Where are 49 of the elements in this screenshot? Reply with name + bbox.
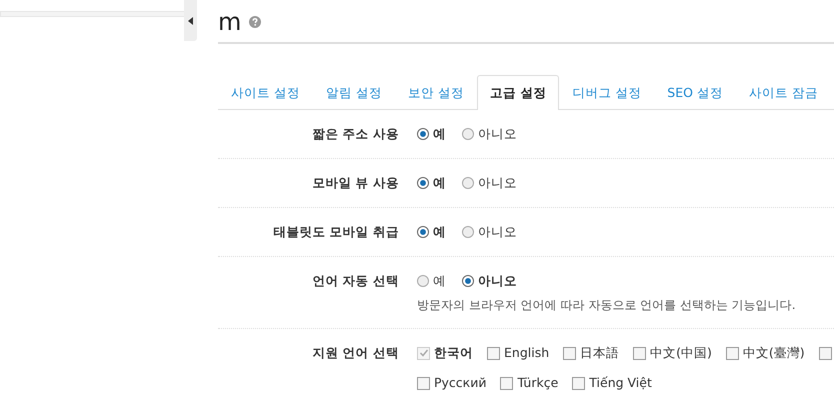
radio-button[interactable] [417,226,429,238]
tab[interactable]: 보안 설정 [394,75,477,110]
option-label: 아니오 [478,125,517,143]
tab[interactable]: 디버그 설정 [559,75,654,110]
checkbox[interactable] [417,376,430,390]
radio-button[interactable] [462,275,474,287]
option-label: 예 [433,125,446,143]
collapse-button[interactable] [184,0,197,41]
option-label: 아니오 [478,223,517,241]
option-label: Tiếng Việt [589,374,652,392]
option-label: 예 [433,174,446,192]
radio-button[interactable] [462,128,474,140]
radio-button[interactable] [417,128,429,140]
option-label: Русский [434,374,486,392]
option-label: 아니오 [478,174,517,192]
radio-button[interactable] [462,226,474,238]
radio-button[interactable] [417,177,429,189]
option-label: 中文(中国) [650,344,712,362]
tab[interactable]: 알림 설정 [312,75,395,110]
checkbox[interactable] [633,346,646,360]
setting-label: 짧은 주소 사용 [311,125,400,143]
option-label: 아니오 [478,272,517,290]
setting-label: 지원 언어 선택 [311,344,400,362]
radio-button[interactable] [462,177,474,189]
option-label: English [504,344,550,362]
help-icon[interactable] [249,16,262,28]
setting-description: 방문자의 브라우저 언어에 따라 자동으로 언어를 선택하는 기능입니다. [417,297,796,314]
option-label: 예 [433,223,446,241]
option-label: 中文(臺灣) [742,344,805,362]
tab[interactable]: SEO 설정 [654,75,736,110]
setting-label: 태블릿도 모바일 취급 [272,223,400,241]
tab[interactable]: 사이트 설정 [218,75,313,110]
option-label: 日本語 [580,344,620,362]
option-label: Türkçe [517,374,558,392]
checkbox[interactable] [563,346,576,360]
caret-icon [188,16,193,24]
page-title: m [218,7,242,37]
option-label: 한국어 [434,344,473,362]
option-label: 예 [433,272,446,290]
radio-button[interactable] [417,275,429,287]
checkbox[interactable] [818,346,832,360]
checkbox[interactable] [726,346,739,360]
setting-label: 모바일 뷰 사용 [311,174,400,192]
checkbox[interactable] [500,376,514,390]
setting-label: 언어 자동 선택 [311,272,400,290]
tab[interactable]: 고급 설정 [476,75,560,110]
checkbox[interactable] [572,376,586,390]
tab[interactable]: 사이트 잠금 [736,75,831,110]
checkbox[interactable] [487,346,500,360]
